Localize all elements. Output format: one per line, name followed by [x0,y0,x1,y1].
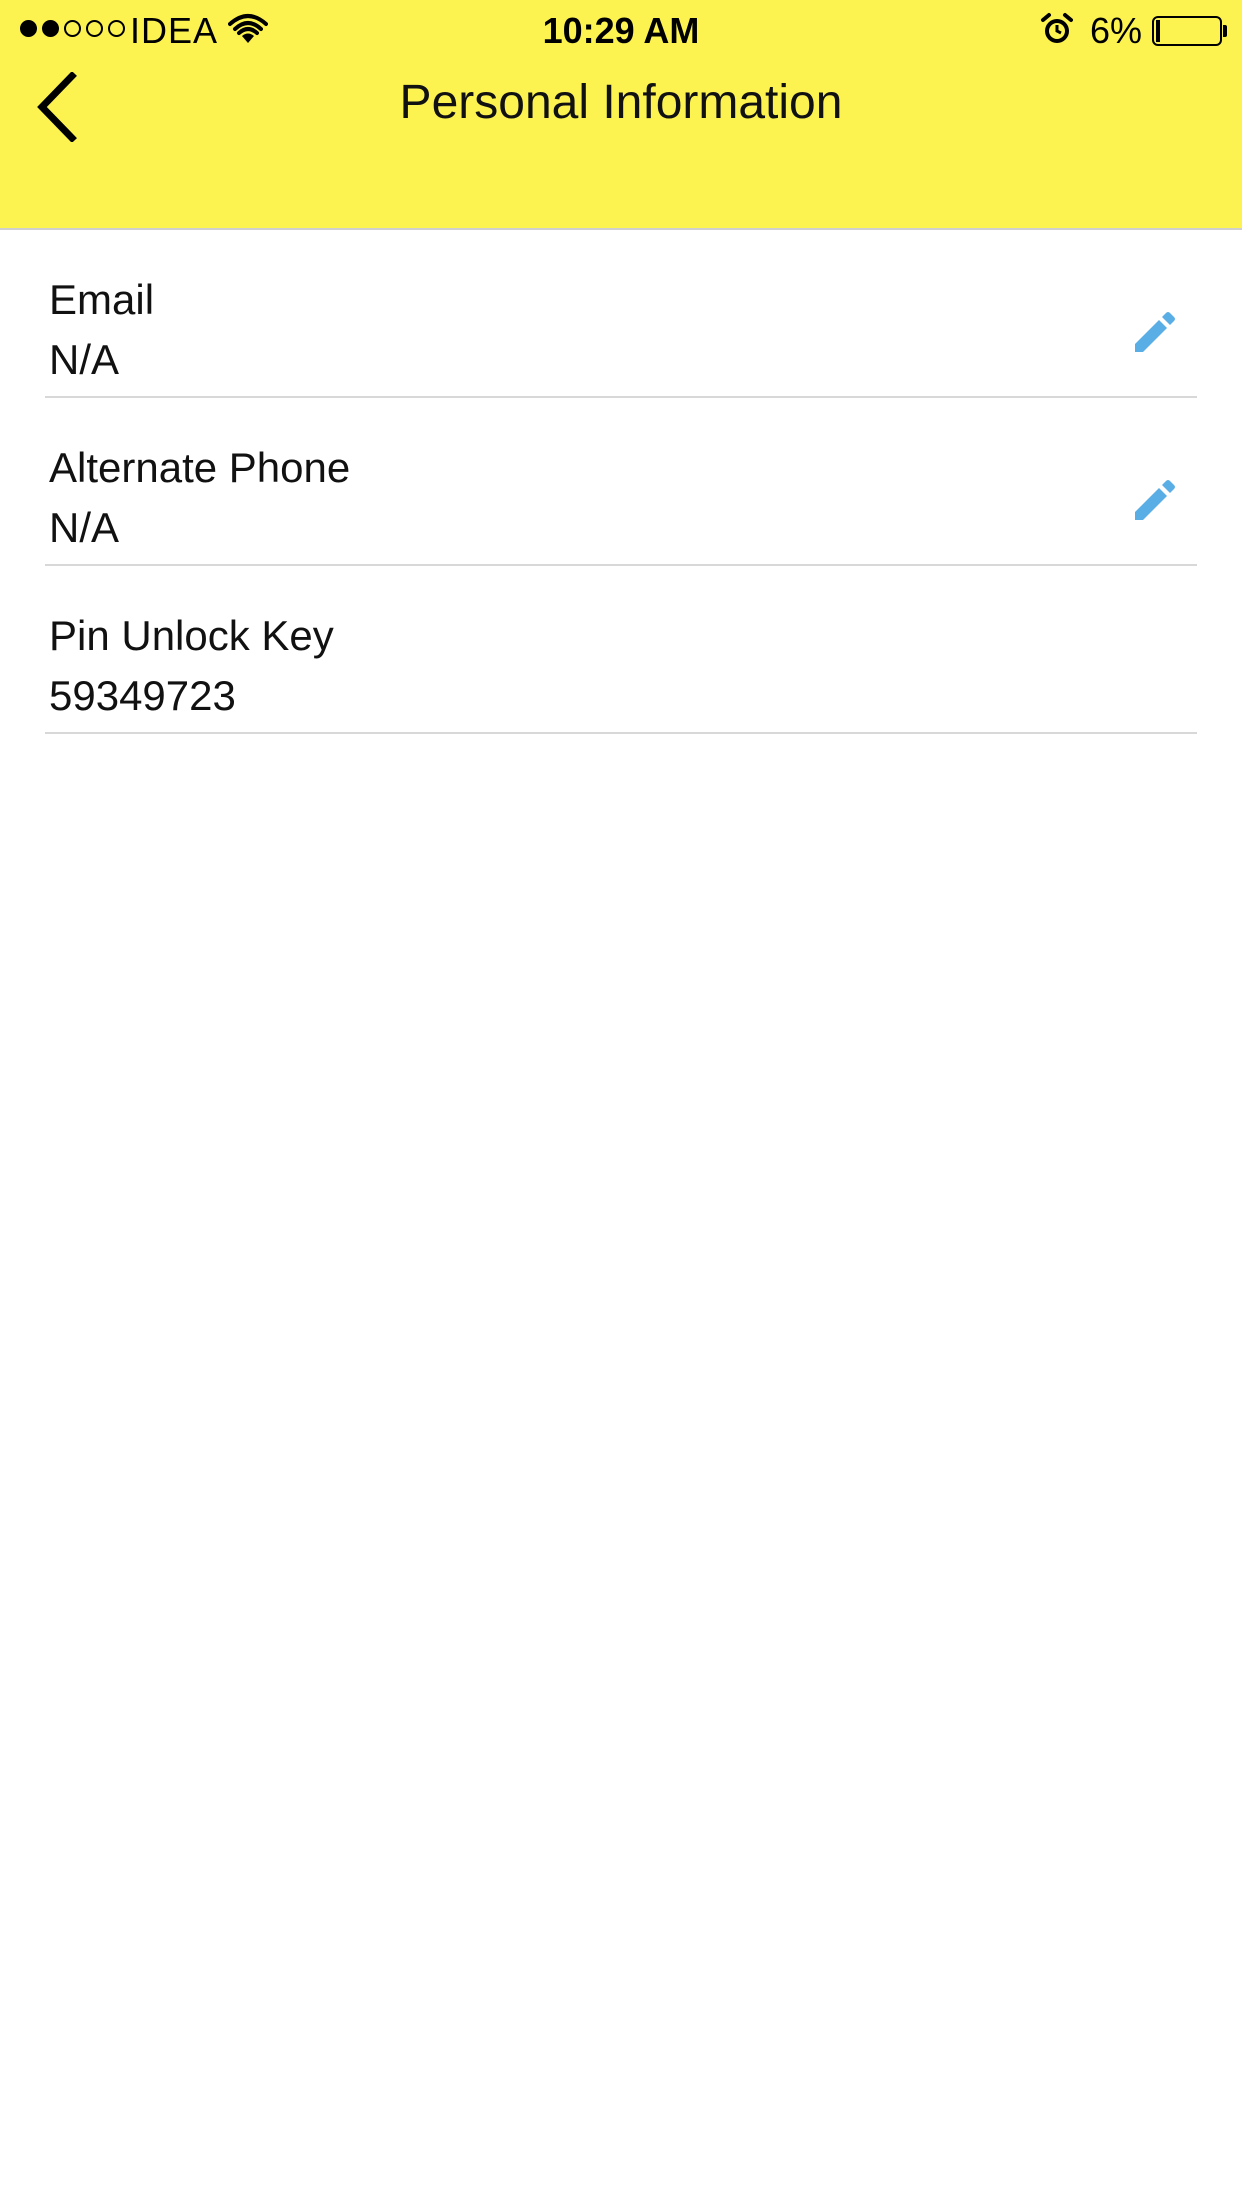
alarm-icon [1041,13,1073,43]
status-bar: IDEA 10:29 AM 6% [0,0,1242,60]
battery-fill [1156,20,1160,42]
email-label: Email [49,276,155,323]
pin-unlock-key-value: 59349723 [49,672,236,719]
battery-percent: 6% [1090,10,1143,51]
email-value: N/A [49,336,120,383]
alternate-phone-row: Alternate Phone N/A [45,398,1197,566]
page-title: Personal Information [399,76,843,129]
alternate-phone-label: Alternate Phone [49,444,351,491]
header: IDEA 10:29 AM 6% Personal Information [0,0,1242,230]
email-row: Email N/A [45,230,1197,398]
battery-tip [1223,25,1227,37]
pin-unlock-key-row: Pin Unlock Key 59349723 [45,566,1197,734]
pencil-icon [1135,312,1175,352]
edit-alternate-phone-button[interactable] [1131,478,1177,524]
pin-unlock-key-label: Pin Unlock Key [49,612,334,659]
pencil-icon [1135,480,1175,520]
battery-icon [1152,16,1222,46]
alternate-phone-value: N/A [49,504,120,551]
personal-info-list: Email N/A Alternate Phone N/A Pin Unlock… [0,230,1242,734]
edit-email-button[interactable] [1131,310,1177,356]
